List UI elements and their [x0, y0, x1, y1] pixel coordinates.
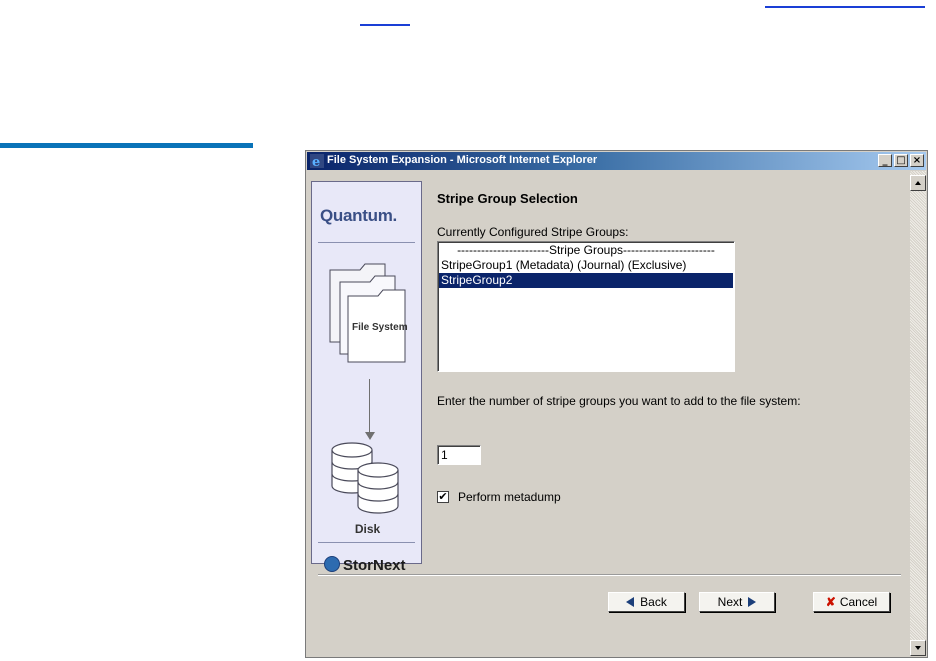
- flow-arrow-head: [365, 432, 375, 440]
- svg-text:e: e: [312, 155, 320, 168]
- document-link[interactable]: [765, 0, 925, 8]
- close-button[interactable]: ×: [910, 154, 924, 167]
- minimize-button[interactable]: _: [878, 154, 892, 167]
- disk-label: Disk: [354, 522, 381, 536]
- stornext-globe-icon: [324, 556, 340, 572]
- sidebar-divider-bottom: [318, 542, 415, 543]
- arrow-left-icon: [626, 597, 635, 607]
- flow-arrow: [369, 379, 370, 434]
- next-label: Next: [717, 595, 743, 609]
- scroll-up-button[interactable]: [910, 175, 926, 191]
- cancel-x-icon: ✘: [825, 595, 836, 609]
- arrow-up-icon: [915, 181, 921, 185]
- arrow-right-icon: [748, 597, 757, 607]
- stornext-logo: StorNext: [324, 556, 406, 574]
- button-separator: [318, 574, 901, 576]
- back-label: Back: [640, 595, 667, 609]
- vertical-scrollbar[interactable]: [910, 171, 926, 656]
- stripe-count-prompt: Enter the number of stripe groups you wa…: [437, 394, 801, 408]
- quantum-logo: Quantum.: [320, 206, 397, 225]
- list-item-stripegroup1[interactable]: StripeGroup1 (Metadata) (Journal) (Exclu…: [439, 258, 733, 273]
- configured-groups-label: Currently Configured Stripe Groups:: [437, 225, 629, 239]
- internet-explorer-icon: e: [310, 154, 324, 168]
- document-link-2[interactable]: [360, 18, 410, 26]
- metadump-checkbox[interactable]: ✔: [437, 491, 449, 503]
- window-title: File System Expansion - Microsoft Intern…: [327, 154, 598, 166]
- file-system-graphic-label: File System: [352, 322, 408, 333]
- file-system-icon: File System: [329, 263, 408, 363]
- title-bar[interactable]: e File System Expansion - Microsoft Inte…: [307, 152, 926, 170]
- next-button[interactable]: Next: [699, 592, 775, 612]
- scroll-down-button[interactable]: [910, 640, 926, 656]
- arrow-down-icon: [915, 646, 921, 650]
- maximize-button[interactable]: □: [894, 154, 908, 167]
- list-item-header[interactable]: -----------------------Stripe Groups----…: [439, 243, 733, 258]
- cancel-label: Cancel: [839, 595, 878, 609]
- stornext-text: StorNext: [343, 557, 406, 574]
- stripe-groups-listbox[interactable]: -----------------------Stripe Groups----…: [437, 241, 735, 372]
- stripe-count-input[interactable]: [437, 445, 481, 465]
- back-button[interactable]: Back: [608, 592, 685, 612]
- ie-window: e File System Expansion - Microsoft Inte…: [305, 150, 928, 658]
- metadump-label: Perform metadump: [458, 490, 561, 504]
- cancel-button[interactable]: ✘ Cancel: [813, 592, 890, 612]
- wizard-sidebar: Quantum. File System Disk StorNext: [311, 181, 422, 574]
- list-item-stripegroup2[interactable]: StripeGroup2: [439, 273, 733, 288]
- disk-icon: [331, 442, 399, 514]
- page-title: Stripe Group Selection: [437, 191, 578, 206]
- document-rule: [0, 143, 253, 148]
- sidebar-divider: [318, 242, 415, 243]
